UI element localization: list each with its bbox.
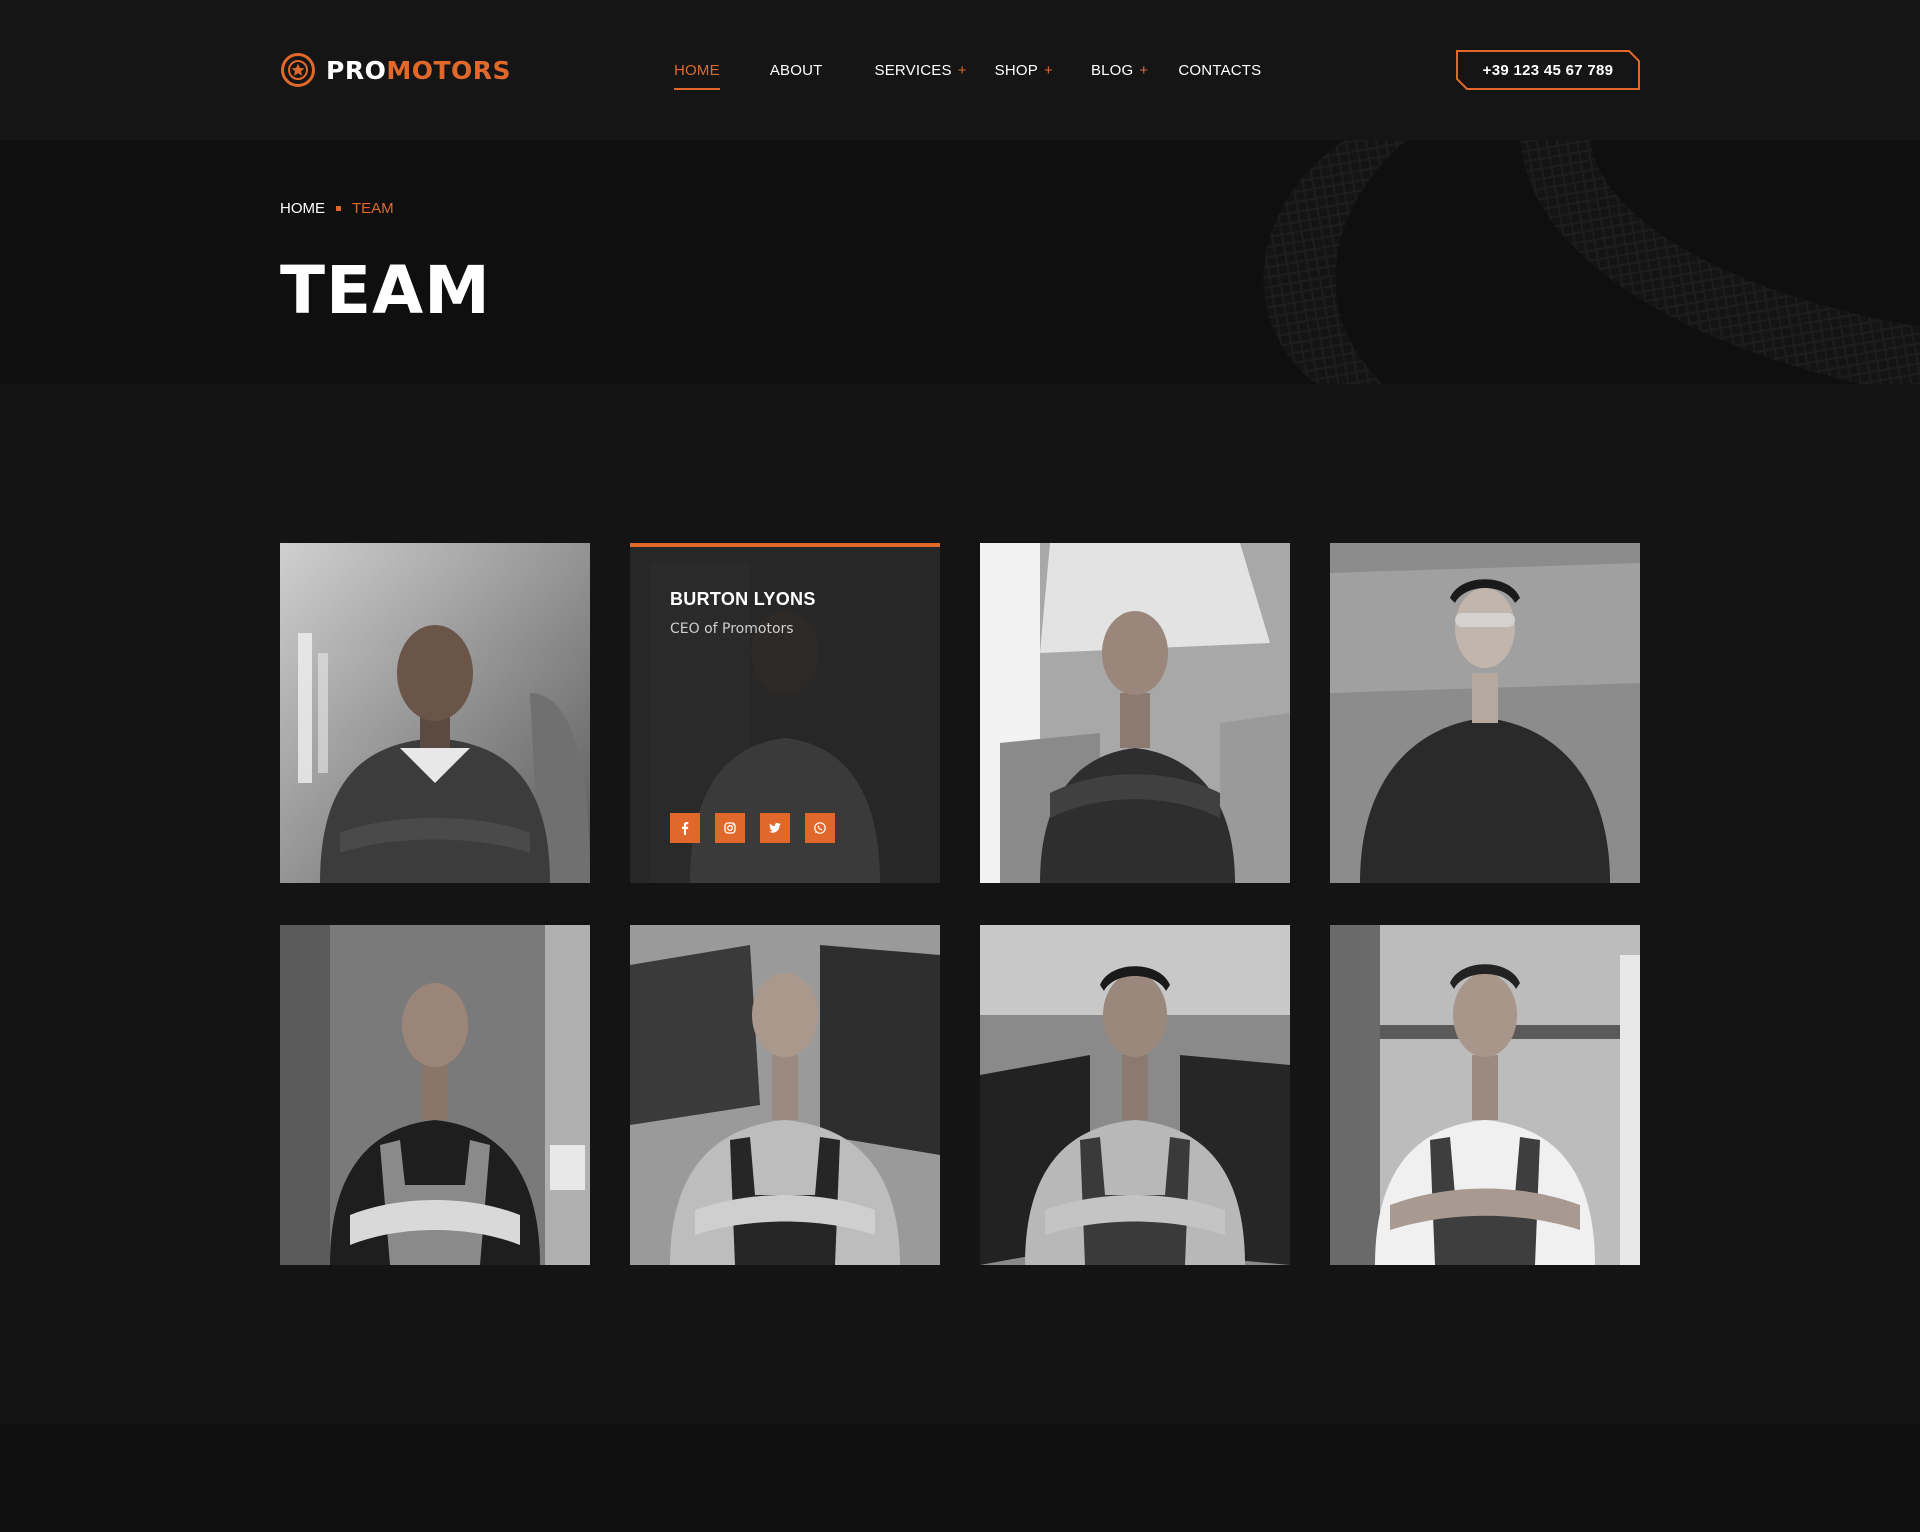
nav-item-contacts[interactable]: CONTACTS bbox=[1178, 62, 1261, 79]
team-card-featured[interactable]: BURTON LYONS CEO of Promotors bbox=[630, 543, 940, 883]
wheel-logo-icon bbox=[281, 53, 315, 87]
team-card-1[interactable] bbox=[280, 543, 590, 883]
nav-item-label: HOME bbox=[674, 61, 720, 79]
twitter-icon bbox=[769, 822, 781, 833]
nav-item-services[interactable]: SERVICES + bbox=[875, 62, 967, 79]
team-member-photo bbox=[630, 925, 940, 1265]
main-nav: HOME ABOUT SERVICES + SHOP + BLOG + CONT… bbox=[674, 58, 1261, 90]
team-member-photo bbox=[980, 925, 1290, 1265]
nav-item-blog[interactable]: BLOG + bbox=[1091, 62, 1148, 79]
member-role: CEO of Promotors bbox=[670, 621, 794, 637]
phone-button[interactable]: +39 123 45 67 789 bbox=[1456, 50, 1640, 90]
page-title: TEAM bbox=[280, 252, 491, 329]
nav-item-label: BLOG bbox=[1090, 61, 1134, 79]
twitter-button[interactable] bbox=[760, 813, 790, 843]
site-logo[interactable]: PROMOTORS bbox=[280, 51, 511, 89]
whatsapp-button[interactable] bbox=[805, 813, 835, 843]
team-member-photo bbox=[280, 543, 590, 883]
submenu-plus-icon: + bbox=[1043, 61, 1053, 79]
card-accent-bar bbox=[630, 543, 940, 547]
nav-item-label: ABOUT bbox=[769, 61, 823, 79]
phone-number: +39 123 45 67 789 bbox=[1482, 61, 1614, 79]
nav-item-about[interactable]: ABOUT bbox=[770, 62, 823, 79]
breadcrumb-current: TEAM bbox=[352, 200, 394, 217]
breadcrumb-separator bbox=[336, 206, 341, 211]
team-member-photo bbox=[280, 925, 590, 1265]
team-card-6[interactable] bbox=[630, 925, 940, 1265]
logo-pro-text: PRO bbox=[326, 55, 387, 85]
nav-item-shop[interactable]: SHOP + bbox=[995, 62, 1053, 79]
breadcrumb: HOME TEAM bbox=[280, 200, 394, 217]
facebook-icon bbox=[682, 822, 689, 835]
team-card-3[interactable] bbox=[980, 543, 1290, 883]
nav-item-home[interactable]: HOME bbox=[674, 61, 720, 90]
team-card-5[interactable] bbox=[280, 925, 590, 1265]
logo-motors-text: MOTORS bbox=[386, 55, 512, 85]
social-links bbox=[670, 813, 850, 843]
team-member-photo bbox=[1330, 543, 1640, 883]
facebook-button[interactable] bbox=[670, 813, 700, 843]
footer-band bbox=[0, 1424, 1920, 1532]
submenu-plus-icon: + bbox=[957, 61, 967, 79]
submenu-plus-icon: + bbox=[1139, 61, 1149, 79]
whatsapp-icon bbox=[814, 822, 826, 834]
page-title-band: HOME TEAM TEAM bbox=[0, 140, 1920, 384]
team-member-photo bbox=[980, 543, 1290, 883]
instagram-button[interactable] bbox=[715, 813, 745, 843]
nav-item-label: SHOP bbox=[994, 61, 1038, 79]
site-header: PROMOTORS HOME ABOUT SERVICES + SHOP + B… bbox=[0, 0, 1920, 140]
breadcrumb-home-link[interactable]: HOME bbox=[280, 200, 325, 217]
team-card-8[interactable] bbox=[1330, 925, 1640, 1265]
nav-item-label: SERVICES bbox=[874, 61, 952, 79]
logo-wordmark: PROMOTORS bbox=[326, 56, 511, 85]
team-card-7[interactable] bbox=[980, 925, 1290, 1265]
team-card-4[interactable] bbox=[1330, 543, 1640, 883]
tire-track-decoration bbox=[1263, 140, 1920, 384]
team-member-photo bbox=[1330, 925, 1640, 1265]
nav-item-label: CONTACTS bbox=[1178, 61, 1262, 79]
instagram-icon bbox=[724, 822, 736, 834]
member-name: BURTON LYONS bbox=[670, 589, 816, 609]
